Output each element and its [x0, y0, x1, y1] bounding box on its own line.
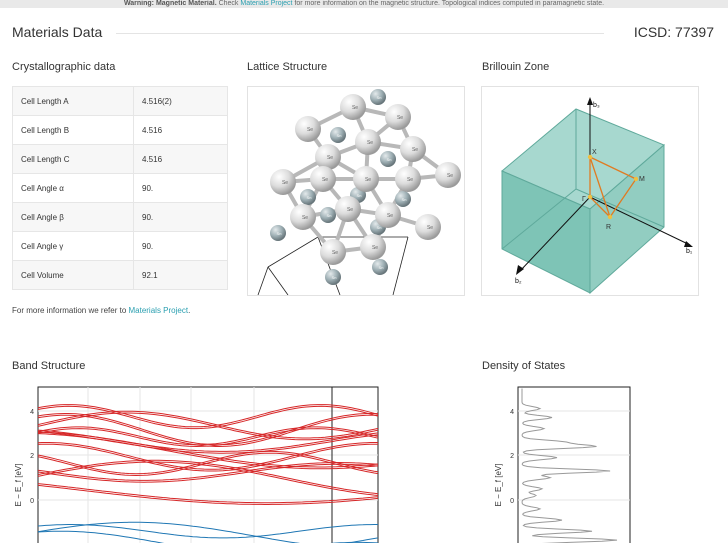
- atom-label-se: Se: [397, 115, 403, 121]
- more-info-prefix: For more information we refer to: [12, 306, 129, 315]
- warning-text-2: for more information on the magnetic str…: [292, 0, 605, 7]
- lattice-structure-canvas[interactable]: Se Se Se Se Se Se Se Se Se Se Se Se Se Se Se Se Se Sn Sn Sn…: [248, 87, 464, 295]
- atom-label-sn: Sn: [307, 195, 312, 200]
- atom-label-sn: Sn: [377, 95, 382, 100]
- dos-ytick-0: 0: [510, 498, 514, 505]
- band-ytick-4: 4: [30, 409, 34, 416]
- density-of-states-title: Density of States: [482, 360, 566, 372]
- crystallographic-table: Cell Length A 4.516(2) Cell Length B 4.516…: [12, 86, 228, 290]
- atom-label-sn: Sn: [277, 231, 282, 236]
- axis-label-b3: b₃: [593, 102, 600, 109]
- b2-arrow-icon: [516, 265, 524, 275]
- cell-value: 4.516: [133, 115, 228, 145]
- cell-value: 90.: [133, 202, 228, 232]
- cell-label: Cell Angle γ: [12, 231, 134, 261]
- cell-label: Cell Length B: [12, 115, 134, 145]
- cell-value: 4.516: [133, 144, 228, 174]
- atom-label-sn: Sn: [332, 275, 337, 280]
- icsd-id: ICSD: 77397: [633, 24, 714, 40]
- cell-label: Cell Length A: [12, 86, 134, 116]
- table-row: Cell Angle α 90.: [12, 173, 228, 203]
- atom-label-se: Se: [302, 215, 308, 221]
- atom-label-se: Se: [367, 140, 373, 146]
- atom-label-se: Se: [307, 127, 313, 133]
- atom-label-se: Se: [282, 180, 288, 186]
- atom-label-se: Se: [372, 245, 378, 251]
- warning-text-1: Check: [216, 0, 241, 7]
- atom-label-se: Se: [332, 250, 338, 256]
- point-m-marker: [633, 176, 639, 182]
- cell-value: 4.516(2): [133, 86, 228, 116]
- atom-label-se: Se: [412, 147, 418, 153]
- atom-label-sn: Sn: [377, 225, 382, 230]
- dos-ylabel: E − E_f [eV]: [494, 464, 503, 507]
- cell-label: Cell Angle α: [12, 173, 134, 203]
- point-label-gamma: Γ: [582, 196, 586, 203]
- table-row: Cell Length C 4.516: [12, 144, 228, 174]
- atom-label-sn: Sn: [337, 133, 342, 138]
- brillouin-zone-title: Brillouin Zone: [482, 61, 550, 73]
- lattice-structure-title: Lattice Structure: [247, 61, 328, 73]
- axis-label-b2: b₂: [515, 278, 522, 285]
- cell-value: 92.1: [133, 260, 228, 290]
- point-gamma-marker: [587, 194, 593, 200]
- unit-cell-edge: [267, 236, 319, 268]
- atom-label-sn: Sn: [379, 265, 384, 270]
- atom-label-sn: Sn: [327, 213, 332, 218]
- brillouin-zone-viewer[interactable]: b₃ b₁ b₂ X M R Γ: [481, 86, 699, 296]
- lattice-structure-viewer[interactable]: Se Se Se Se Se Se Se Se Se Se Se Se Se Se Se Se Se Sn Sn Sn…: [247, 86, 465, 296]
- point-label-r: R: [606, 224, 611, 231]
- atom-label-se: Se: [447, 173, 453, 179]
- materials-project-link[interactable]: Materials Project: [128, 306, 188, 315]
- unit-cell-edge: [267, 266, 289, 295]
- atom-label-se: Se: [365, 177, 371, 183]
- more-information-text: For more information we refer to Materia…: [12, 306, 190, 315]
- atom-label-se: Se: [347, 207, 353, 213]
- table-row: Cell Length B 4.516: [12, 115, 228, 145]
- cell-label: Cell Volume: [12, 260, 134, 290]
- table-row: Cell Volume 92.1: [12, 260, 228, 290]
- table-row: Cell Angle β 90.: [12, 202, 228, 232]
- crystallographic-data-title: Crystallographic data: [12, 61, 116, 73]
- warning-prefix: Warning: Magnetic Material.: [123, 0, 217, 7]
- atom-label-se: Se: [407, 177, 413, 183]
- point-label-x: X: [592, 149, 597, 156]
- table-row: Cell Angle γ 90.: [12, 231, 228, 261]
- atom-label-se: Se: [352, 105, 358, 111]
- title-divider: [116, 33, 604, 34]
- axis-label-b1: b₁: [686, 248, 693, 255]
- more-info-suffix: .: [188, 306, 191, 315]
- unit-cell-edge: [257, 266, 269, 295]
- atom-label-sn: Sn: [357, 193, 362, 198]
- atom-label-sn: Sn: [387, 157, 392, 162]
- band-structure-title: Band Structure: [12, 360, 86, 372]
- unit-cell-edge: [392, 236, 409, 295]
- brillouin-zone-canvas[interactable]: b₃ b₁ b₂ X M R Γ: [482, 87, 698, 295]
- atom-label-se: Se: [322, 177, 328, 183]
- band-structure-plot: 4 2 0 E − E_f [eV]: [14, 386, 379, 543]
- point-r-marker: [607, 214, 613, 220]
- band-ytick-0: 0: [30, 498, 34, 505]
- materials-data-title: Materials Data: [12, 24, 103, 40]
- table-row: Cell Length A 4.516(2): [12, 86, 228, 116]
- atom-label-se: Se: [387, 213, 393, 219]
- band-ytick-2: 2: [30, 453, 34, 460]
- atoms: Se Se Se Se Se Se Se Se Se Se Se Se Se Se Se Se Se Sn Sn Sn…: [270, 89, 461, 285]
- atom-label-se: Se: [427, 225, 433, 231]
- atom-label-se: Se: [327, 155, 333, 161]
- warning-materials-project-link[interactable]: Materials Project: [240, 0, 292, 7]
- b1-arrow-icon: [684, 241, 693, 247]
- dos-ytick-2: 2: [510, 453, 514, 460]
- atom-label-sn: Sn: [402, 197, 407, 202]
- dos-ytick-4: 4: [510, 409, 514, 416]
- cell-value: 90.: [133, 231, 228, 261]
- cell-label: Cell Angle β: [12, 202, 134, 232]
- point-label-m: M: [639, 176, 645, 183]
- magnetic-warning-bar: Warning: Magnetic Material. Check Materi…: [0, 0, 728, 8]
- band-ylabel: E − E_f [eV]: [14, 464, 23, 507]
- cell-label: Cell Length C: [12, 144, 134, 174]
- density-of-states-plot: 4 2 0 E − E_f [eV]: [494, 386, 631, 543]
- cell-value: 90.: [133, 173, 228, 203]
